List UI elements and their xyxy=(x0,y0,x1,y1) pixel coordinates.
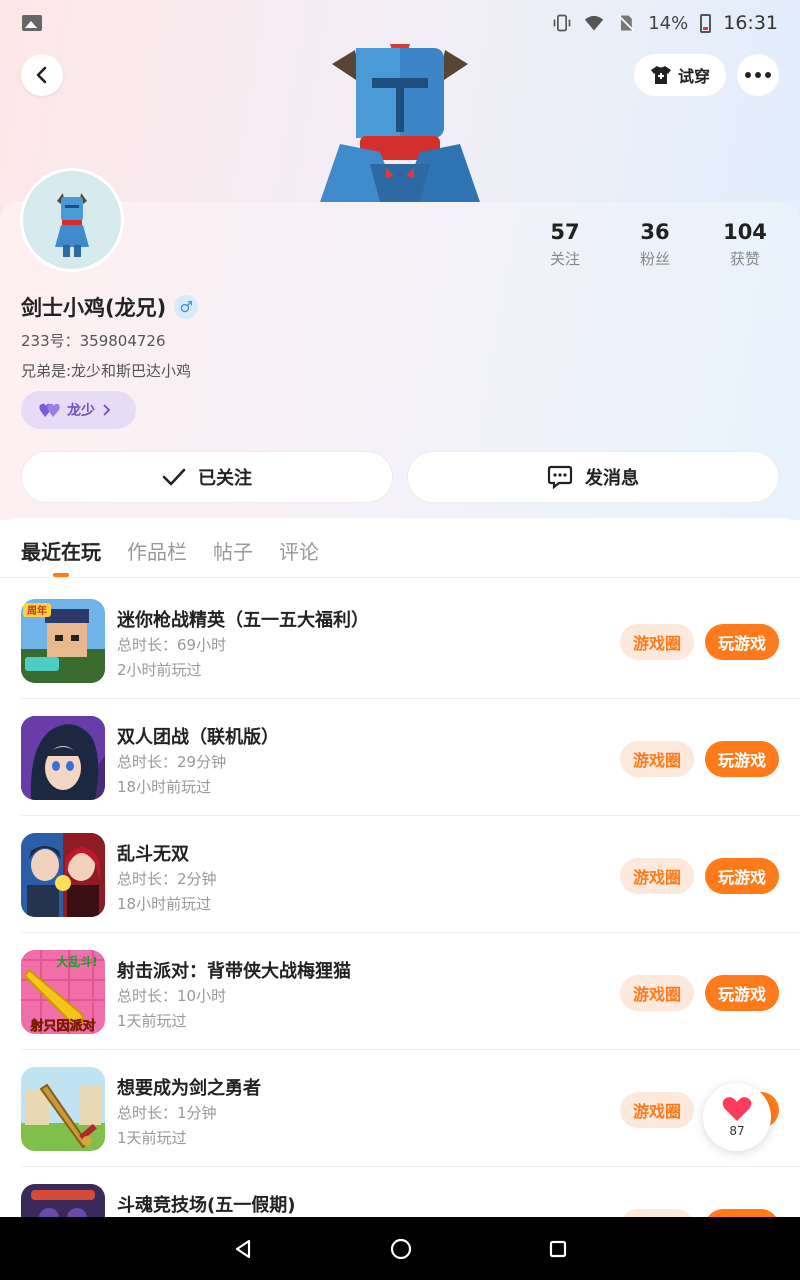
stat-followers[interactable]: 36 粉丝 xyxy=(610,220,700,269)
game-last-played: 18小时前玩过 xyxy=(117,778,212,796)
send-message-label: 发消息 xyxy=(585,468,639,489)
play-game-button[interactable]: 玩游戏 xyxy=(705,624,779,660)
game-circle-button[interactable]: 游戏圈 xyxy=(620,741,694,777)
game-icon-badge: 周年 xyxy=(27,604,47,617)
list-item[interactable]: 想要成为剑之勇者 总时长：1分钟 1天前玩过 游戏圈 玩游戏 xyxy=(0,1050,800,1167)
game-last-played: 2小时前玩过 xyxy=(117,661,202,679)
floating-like-button[interactable]: 87 xyxy=(703,1083,771,1151)
try-on-label: 试穿 xyxy=(677,67,710,86)
game-icon-top-text: 大乱斗! xyxy=(56,954,97,969)
profile-stats: 57 关注 36 粉丝 104 获赞 xyxy=(520,220,790,269)
hero-character-image xyxy=(310,44,490,202)
gallery-notification-icon xyxy=(22,15,42,31)
game-duration: 总时长：1分钟 xyxy=(117,1104,217,1122)
user-bio: 兄弟是:龙少和斯巴达小鸡 xyxy=(21,362,192,380)
wifi-icon xyxy=(585,15,604,31)
list-item[interactable]: 乱斗无双 总时长：2分钟 18小时前玩过 游戏圈 玩游戏 xyxy=(0,816,800,933)
back-triangle-icon[interactable] xyxy=(232,1238,254,1260)
list-item[interactable]: 大乱斗! 射只因派对 射击派对：背带侠大战梅狸猫 总时长：10小时 1天前玩过 … xyxy=(0,933,800,1050)
play-game-button[interactable]: 玩游戏 xyxy=(705,975,779,1011)
stat-number: 57 xyxy=(550,220,580,244)
tab-posts[interactable]: 帖子 xyxy=(213,536,253,565)
username-text: 剑士小鸡(龙兄) xyxy=(21,296,167,320)
game-duration: 总时长：29分钟 xyxy=(117,753,227,771)
game-icon xyxy=(21,833,105,917)
game-icon-bottom-text: 射只因派对 xyxy=(29,1018,95,1034)
list-item[interactable]: 双人团战（联机版） 总时长：29分钟 18小时前玩过 游戏圈 玩游戏 xyxy=(0,699,800,816)
system-navigation-bar xyxy=(0,1217,800,1280)
game-circle-button[interactable]: 游戏圈 xyxy=(620,1092,694,1128)
checkmark-icon xyxy=(162,468,186,486)
try-on-button[interactable]: 试穿 xyxy=(634,54,726,96)
no-sim-icon xyxy=(618,14,635,32)
stat-label: 关注 xyxy=(549,250,580,268)
game-circle-button[interactable]: 游戏圈 xyxy=(620,975,694,1011)
game-last-played: 1天前玩过 xyxy=(117,1129,187,1147)
more-options-button[interactable] xyxy=(737,54,779,96)
like-count: 87 xyxy=(729,1124,745,1138)
game-title: 双人团战（联机版） xyxy=(117,727,279,748)
game-icon xyxy=(21,716,105,800)
game-icon xyxy=(21,1067,105,1151)
clock: 16:31 xyxy=(723,12,778,34)
status-bar: 14% 16:31 xyxy=(0,0,800,46)
male-gender-icon: ♂ xyxy=(174,295,199,319)
chevron-left-icon xyxy=(36,66,47,84)
game-last-played: 1天前玩过 xyxy=(117,1012,187,1030)
tab-works[interactable]: 作品栏 xyxy=(127,536,187,565)
stat-following[interactable]: 57 关注 xyxy=(520,220,610,269)
recents-square-icon[interactable] xyxy=(548,1239,568,1259)
stat-label: 获赞 xyxy=(729,250,760,268)
stat-number: 104 xyxy=(723,220,767,244)
game-title: 斗魂竞技场(五一假期) xyxy=(117,1195,296,1216)
game-duration: 总时长：2分钟 xyxy=(117,870,217,888)
game-icon: 周年 xyxy=(21,599,105,683)
vibrate-icon xyxy=(553,14,571,32)
back-button[interactable] xyxy=(21,54,63,96)
game-title: 想要成为剑之勇者 xyxy=(117,1078,261,1099)
home-circle-icon[interactable] xyxy=(389,1237,413,1261)
battery-icon xyxy=(700,13,712,33)
game-list: 周年 迷你枪战精英（五一五大福利） 总时长：69小时 2小时前玩过 游戏圈 玩游… xyxy=(0,582,800,1280)
game-circle-button[interactable]: 游戏圈 xyxy=(620,624,694,660)
game-last-played: 18小时前玩过 xyxy=(117,895,212,913)
game-title: 乱斗无双 xyxy=(117,844,189,865)
tab-bar: 最近在玩 作品栏 帖子 评论 xyxy=(0,518,800,578)
followed-label: 已关注 xyxy=(198,468,252,489)
tab-comments[interactable]: 评论 xyxy=(279,536,319,565)
game-icon: 大乱斗! 射只因派对 xyxy=(21,950,105,1034)
more-dots-icon xyxy=(745,72,771,78)
followed-button[interactable]: 已关注 xyxy=(21,451,393,503)
avatar[interactable] xyxy=(20,168,124,272)
battery-percent: 14% xyxy=(648,12,689,34)
relation-tag-label: 龙少 xyxy=(67,403,95,419)
game-circle-button[interactable]: 游戏圈 xyxy=(620,858,694,894)
game-title: 射击派对：背带侠大战梅狸猫 xyxy=(117,961,351,982)
double-heart-icon xyxy=(39,403,60,417)
chevron-right-icon xyxy=(103,404,111,416)
active-tab-indicator xyxy=(53,573,69,577)
send-message-button[interactable]: 发消息 xyxy=(407,451,779,503)
shirt-icon xyxy=(650,66,671,84)
username: 剑士小鸡(龙兄) ♂ xyxy=(21,292,199,322)
list-item[interactable]: 周年 迷你枪战精英（五一五大福利） 总时长：69小时 2小时前玩过 游戏圈 玩游… xyxy=(0,582,800,699)
stat-likes[interactable]: 104 获赞 xyxy=(700,220,790,269)
game-title: 迷你枪战精英（五一五大福利） xyxy=(117,610,369,631)
stat-label: 粉丝 xyxy=(639,250,670,268)
game-duration: 总时长：69小时 xyxy=(117,636,227,654)
game-duration: 总时长：10小时 xyxy=(117,987,227,1005)
play-game-button[interactable]: 玩游戏 xyxy=(705,858,779,894)
stat-number: 36 xyxy=(640,220,670,244)
user-id: 233号：359804726 xyxy=(21,332,166,350)
chat-bubble-icon xyxy=(547,465,573,489)
heart-icon xyxy=(722,1097,752,1121)
play-game-button[interactable]: 玩游戏 xyxy=(705,741,779,777)
relation-tag[interactable]: 龙少 xyxy=(21,391,136,429)
tab-recently-played[interactable]: 最近在玩 xyxy=(21,536,101,565)
